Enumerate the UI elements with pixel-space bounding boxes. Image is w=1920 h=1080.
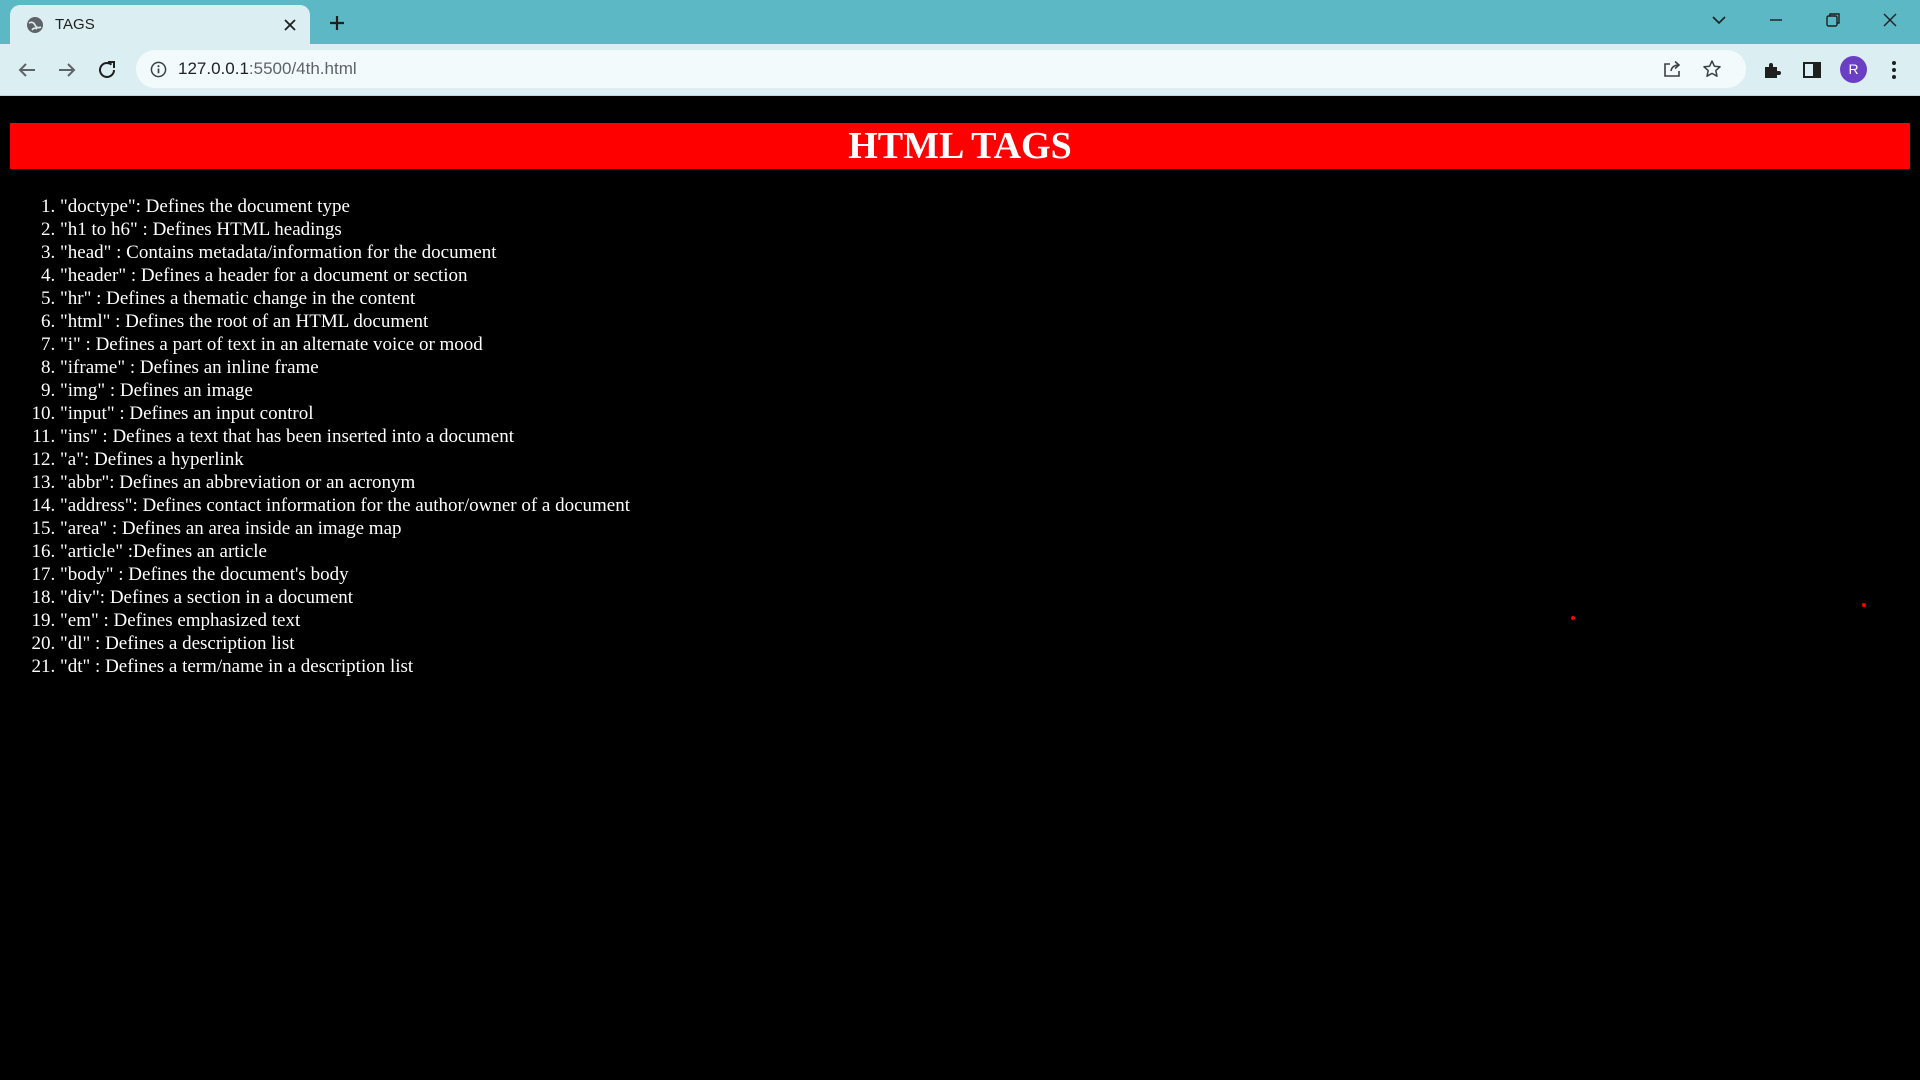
forward-icon[interactable] bbox=[55, 58, 79, 82]
list-item: "article" :Defines an article bbox=[60, 540, 630, 563]
page-title: HTML TAGS bbox=[10, 123, 1910, 169]
url-text: 127.0.0.1:5500/4th.html bbox=[178, 59, 357, 79]
list-item: "ins" : Defines a text that has been ins… bbox=[60, 425, 630, 448]
globe-icon bbox=[27, 17, 43, 33]
url-host: 127.0.0.1 bbox=[178, 59, 249, 78]
address-bar[interactable]: 127.0.0.1:5500/4th.html bbox=[136, 50, 1746, 88]
side-panel-icon[interactable] bbox=[1800, 58, 1824, 82]
tab-strip: TAGS bbox=[0, 0, 1920, 44]
list-item: "head" : Contains metadata/information f… bbox=[60, 241, 630, 264]
tab-tags[interactable]: TAGS bbox=[10, 5, 310, 44]
tab-title: TAGS bbox=[55, 16, 95, 33]
list-item: "address": Defines contact information f… bbox=[60, 494, 630, 517]
bookmark-star-icon[interactable] bbox=[1702, 59, 1722, 79]
list-item: "abbr": Defines an abbreviation or an ac… bbox=[60, 471, 630, 494]
stray-red-dot bbox=[1862, 603, 1866, 607]
list-item: "area" : Defines an area inside an image… bbox=[60, 517, 630, 540]
list-item: "doctype": Defines the document type bbox=[60, 195, 630, 218]
list-item: "html" : Defines the root of an HTML doc… bbox=[60, 310, 630, 333]
restore-icon[interactable] bbox=[1821, 8, 1845, 32]
list-item: "dl" : Defines a description list bbox=[60, 632, 630, 655]
list-item: "img" : Defines an image bbox=[60, 379, 630, 402]
tab-search-chevron-icon[interactable] bbox=[1707, 8, 1731, 32]
browser-window: TAGS 127.0.0.1:5500/4th.html R HTML TAGS… bbox=[0, 0, 1920, 1080]
reload-icon[interactable] bbox=[95, 58, 119, 82]
window-close-icon[interactable] bbox=[1878, 8, 1902, 32]
list-item: "dt" : Defines a term/name in a descript… bbox=[60, 655, 630, 678]
list-item: "iframe" : Defines an inline frame bbox=[60, 356, 630, 379]
back-icon[interactable] bbox=[15, 58, 39, 82]
more-menu-icon[interactable] bbox=[1882, 58, 1906, 82]
list-item: "i" : Defines a part of text in an alter… bbox=[60, 333, 630, 356]
stray-red-dot bbox=[1571, 616, 1575, 620]
list-item: "body" : Defines the document's body bbox=[60, 563, 630, 586]
list-item: "div": Defines a section in a document bbox=[60, 586, 630, 609]
extensions-puzzle-icon[interactable] bbox=[1760, 58, 1784, 82]
list-item: "em" : Defines emphasized text bbox=[60, 609, 630, 632]
page-content: HTML TAGS "doctype": Defines the documen… bbox=[0, 96, 1920, 1080]
close-icon[interactable] bbox=[282, 17, 298, 33]
list-item: "input" : Defines an input control bbox=[60, 402, 630, 425]
site-info-icon[interactable] bbox=[150, 61, 167, 78]
profile-avatar[interactable]: R bbox=[1840, 56, 1867, 83]
list-item: "a": Defines a hyperlink bbox=[60, 448, 630, 471]
list-item: "header" : Defines a header for a docume… bbox=[60, 264, 630, 287]
new-tab-icon[interactable] bbox=[325, 11, 349, 35]
share-icon[interactable] bbox=[1662, 59, 1682, 79]
list-item: "hr" : Defines a thematic change in the … bbox=[60, 287, 630, 310]
minimize-icon[interactable] bbox=[1764, 8, 1788, 32]
list-item: "h1 to h6" : Defines HTML headings bbox=[60, 218, 630, 241]
browser-toolbar: 127.0.0.1:5500/4th.html R bbox=[0, 44, 1920, 96]
url-path: :5500/4th.html bbox=[248, 59, 357, 78]
tag-list: "doctype": Defines the document type"h1 … bbox=[0, 195, 630, 678]
